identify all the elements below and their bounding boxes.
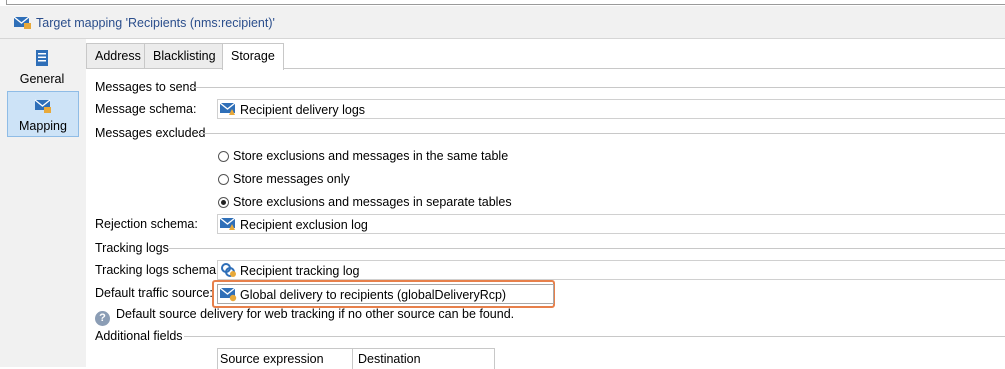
radio-separate-tables[interactable]: Store exclusions and messages in separat… [218,195,512,209]
side-tab-mapping-label: Mapping [19,119,67,133]
schema-icon [219,101,238,120]
target-mapping-icon [13,15,32,33]
radio-button[interactable] [218,174,229,185]
tab-storage-label: Storage [231,49,275,63]
tab-address-label: Address [95,49,141,63]
side-tab-general[interactable]: General [7,43,77,87]
section-messages-to-send: Messages to send [95,80,197,94]
radio-button[interactable] [218,151,229,162]
section-tracking-logs: Tracking logs [95,241,169,255]
window-title: Target mapping 'Recipients (nms:recipien… [36,16,275,30]
message-schema-field[interactable]: Recipient delivery logs [217,99,1005,119]
document-icon [7,49,77,70]
side-navigation: General Mapping [0,39,86,367]
schema-icon [219,216,238,235]
rejection-schema-value: Recipient exclusion log [240,218,368,232]
radio-messages-only-label: Store messages only [233,172,350,186]
tab-blacklisting[interactable]: Blacklisting [144,43,225,68]
column-separator[interactable] [352,349,353,369]
message-schema-value: Recipient delivery logs [240,103,366,117]
section-divider [169,248,1005,249]
mapping-icon [8,98,78,117]
section-divider [184,336,1005,337]
radio-same-table[interactable]: Store exclusions and messages in the sam… [218,149,508,163]
side-tab-general-label: General [19,72,65,86]
radio-separate-tables-label: Store exclusions and messages in separat… [233,195,512,209]
radio-same-table-label: Store exclusions and messages in the sam… [233,149,509,163]
hint-text: Default source delivery for web tracking… [116,307,515,321]
storage-panel: Messages to send Message schema: Recipie… [86,69,1005,369]
section-additional-fields: Additional fields [95,329,183,343]
radio-messages-only[interactable]: Store messages only [218,172,350,186]
tab-blacklisting-label: Blacklisting [153,49,216,63]
tracking-logs-schema-field[interactable]: Recipient tracking log [217,260,1005,280]
section-divider [197,133,1005,134]
message-schema-label: Message schema: [95,102,197,116]
delivery-icon [219,286,238,305]
default-traffic-source-label: Default traffic source: [95,286,213,300]
tab-storage[interactable]: Storage [222,43,284,70]
tracking-logs-schema-value: Recipient tracking log [240,264,360,278]
tab-address[interactable]: Address [86,43,150,68]
side-tab-mapping[interactable]: Mapping [7,91,79,137]
radio-button-selected[interactable] [218,197,229,208]
section-messages-excluded: Messages excluded [95,126,206,140]
default-traffic-source-value: Global delivery to recipients (globalDel… [240,288,507,302]
additional-fields-table[interactable]: Source expression Destination [217,348,495,369]
section-divider [190,87,1005,88]
tracking-logs-schema-label: Tracking logs schema: [95,263,220,277]
default-traffic-source-field[interactable]: Global delivery to recipients (globalDel… [217,284,554,304]
tab-strip: Address Blacklisting Storage [86,43,1005,70]
rejection-schema-field[interactable]: Recipient exclusion log [217,214,1005,234]
rejection-schema-label: Rejection schema: [95,217,198,231]
window-title-bar: Target mapping 'Recipients (nms:recipien… [0,6,1005,39]
column-header-source-expression[interactable]: Source expression [220,352,324,366]
column-header-destination[interactable]: Destination [358,352,421,366]
tracking-link-icon [220,262,238,281]
hint-row: ? Default source delivery for web trackin… [95,307,514,326]
help-icon: ? [95,311,110,326]
